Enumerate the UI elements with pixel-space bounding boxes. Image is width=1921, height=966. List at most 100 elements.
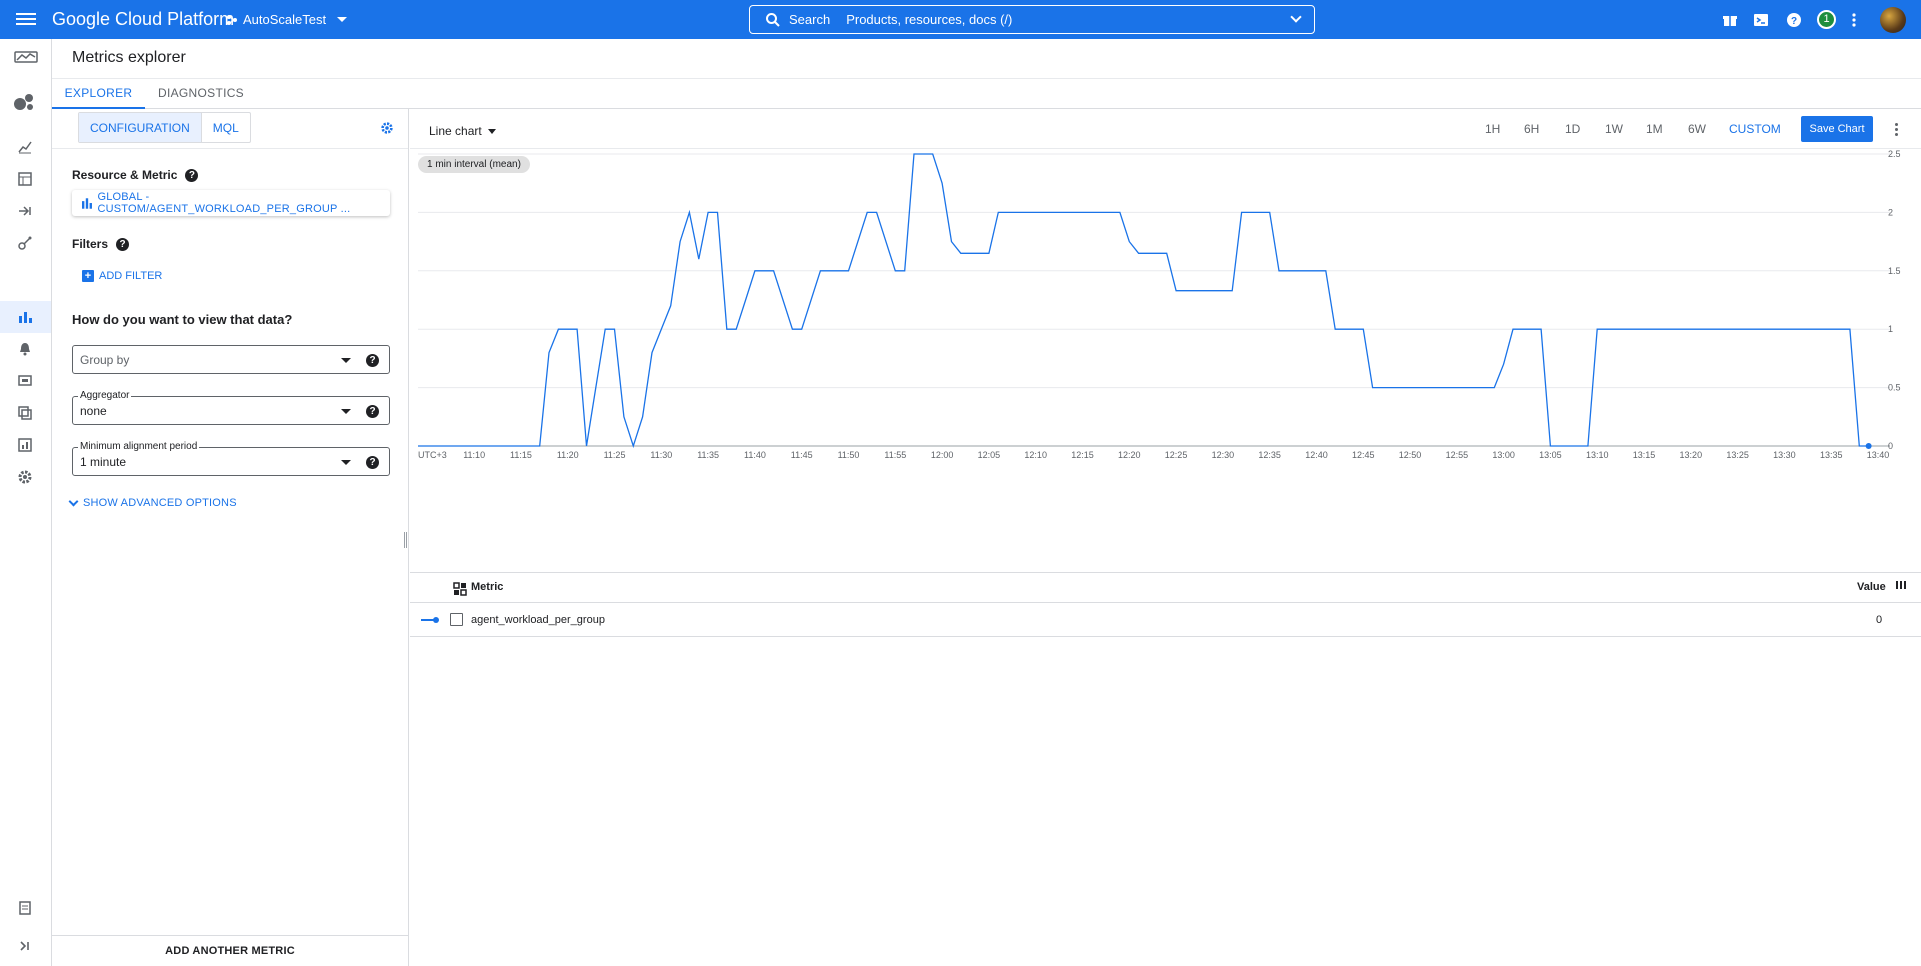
config-panel: CONFIGURATION MQL Resource & Metric ? GL… (52, 109, 409, 966)
x-tick-label: 11:15 (510, 450, 532, 460)
x-tick-label: 12:50 (1399, 450, 1422, 460)
value-column-header[interactable]: Value (1857, 581, 1886, 593)
help-icon[interactable]: ? (366, 405, 379, 418)
chevron-down-icon[interactable] (1290, 11, 1302, 23)
alignment-period-value: 1 minute (80, 455, 127, 469)
project-selector[interactable]: AutoScaleTest (226, 12, 348, 27)
settings-gear-icon[interactable] (17, 469, 33, 485)
x-tick-label: 11:10 (463, 450, 485, 460)
page-title: Metrics explorer (72, 49, 186, 66)
x-tick-label: 13:25 (1726, 450, 1749, 460)
x-tick-label: 11:50 (838, 450, 860, 460)
filters-label: Filters (72, 237, 109, 251)
dropdown-arrow-icon (341, 358, 351, 363)
search-icon (766, 12, 780, 27)
column-layout-icon[interactable] (453, 582, 467, 596)
add-another-metric-button[interactable]: ADD ANOTHER METRIC (52, 935, 408, 966)
cloud-shell-icon[interactable] (1752, 11, 1770, 29)
x-tick-label: 13:00 (1492, 450, 1515, 460)
tab-explorer[interactable]: EXPLORER (52, 79, 145, 109)
top-app-bar: Google Cloud Platform AutoScaleTest Sear… (0, 0, 1921, 39)
y-tick-label: 2 (1888, 207, 1893, 217)
x-tick-label: 12:45 (1352, 450, 1375, 460)
integrations-icon[interactable] (17, 203, 33, 219)
add-filter-label: ADD FILTER (99, 270, 163, 282)
dropdown-arrow-icon (341, 460, 351, 465)
group-by-select[interactable]: Group by ? (72, 345, 390, 374)
x-tick-label: 12:35 (1258, 450, 1281, 460)
dashboard-report-icon[interactable] (17, 437, 33, 453)
page-tabs: EXPLORER DIAGNOSTICS (52, 78, 1921, 109)
help-icon[interactable]: ? (1785, 11, 1803, 29)
tab-diagnostics[interactable]: DIAGNOSTICS (153, 79, 249, 109)
menu-icon[interactable] (16, 10, 36, 28)
x-tick-label: 13:15 (1633, 450, 1656, 460)
series-checkbox[interactable] (450, 613, 463, 626)
search-input[interactable] (846, 12, 1277, 27)
metric-selector-chip[interactable]: GLOBAL - CUSTOM/AGENT_WORKLOAD_PER_GROUP… (72, 190, 390, 216)
alerting-bell-icon[interactable] (17, 341, 33, 357)
settings-gear-icon[interactable] (380, 121, 394, 135)
x-tick-label: 12:25 (1165, 450, 1188, 460)
metric-chip-label: GLOBAL - CUSTOM/AGENT_WORKLOAD_PER_GROUP… (97, 191, 351, 215)
interval-chip: 1 min interval (mean) (418, 156, 530, 173)
mode-toggle: CONFIGURATION MQL (78, 112, 251, 143)
x-tick-label: 12:30 (1212, 450, 1235, 460)
project-hierarchy-icon (227, 14, 237, 25)
filters-heading: Filters ? (72, 237, 130, 251)
x-tick-label: 11:20 (557, 450, 579, 460)
chart-area: Line chart 1H 6H 1D 1W 1M 6W CUSTOM Save… (410, 109, 1921, 966)
help-icon[interactable]: ? (116, 237, 130, 251)
x-tick-label: 11:40 (744, 450, 766, 460)
search-bar[interactable]: Search (749, 5, 1315, 34)
columns-icon[interactable] (1896, 581, 1906, 591)
help-icon[interactable]: ? (185, 168, 199, 182)
notifications-badge[interactable]: 1 (1817, 10, 1836, 29)
panel-resize-handle[interactable] (404, 532, 407, 548)
x-tick-label: 12:20 (1118, 450, 1141, 460)
search-label: Search (789, 12, 831, 27)
series-value: 0 (1876, 614, 1883, 626)
aggregator-value: none (80, 404, 107, 418)
groups-icon[interactable] (17, 405, 33, 421)
series-name: agent_workload_per_group (471, 614, 605, 626)
release-notes-icon[interactable] (17, 900, 33, 916)
x-tick-label: 11:55 (884, 450, 906, 460)
group-by-placeholder: Group by (80, 353, 130, 367)
x-tick-label: 13:35 (1820, 450, 1843, 460)
timezone-label: UTC+3 (418, 450, 447, 460)
add-filter-button[interactable]: + ADD FILTER (82, 270, 162, 282)
alignment-period-select[interactable]: Minimum alignment period 1 minute ? (72, 441, 390, 476)
metrics-explorer-icon[interactable] (17, 309, 33, 325)
brand-title[interactable]: Google Cloud Platform (52, 9, 234, 30)
legend-header: Metric Value (410, 572, 1921, 603)
help-icon[interactable]: ? (366, 354, 379, 367)
monitors-icon[interactable] (17, 373, 33, 389)
uptime-checks-icon[interactable] (17, 235, 33, 251)
aggregator-select[interactable]: Aggregator none ? (72, 390, 390, 425)
x-tick-label: 13:20 (1680, 450, 1703, 460)
monitoring-logo-icon[interactable] (14, 50, 38, 66)
x-tick-label: 13:05 (1539, 450, 1562, 460)
x-tick-label: 11:45 (791, 450, 813, 460)
x-tick-label: 12:00 (931, 450, 954, 460)
x-tick-label: 12:55 (1446, 450, 1469, 460)
metric-column-header[interactable]: Metric (471, 581, 503, 593)
account-avatar[interactable] (1880, 7, 1906, 33)
x-tick-label: 11:35 (697, 450, 719, 460)
services-icon[interactable] (17, 171, 33, 187)
more-vert-icon[interactable] (1851, 11, 1857, 29)
help-icon[interactable]: ? (366, 456, 379, 469)
x-tick-label: 13:30 (1773, 450, 1796, 460)
dashboards-icon[interactable] (17, 139, 33, 155)
gift-icon[interactable] (1721, 11, 1739, 29)
x-tick-label: 11:30 (650, 450, 672, 460)
apps-overview-icon[interactable] (13, 92, 37, 112)
line-chart[interactable]: 00.511.522.5UTC+3 11:10 11:15 11:20 11:25 11:… (410, 109, 1921, 569)
project-name: AutoScaleTest (243, 12, 327, 27)
x-tick-label: 12:05 (978, 450, 1001, 460)
mql-mode-button[interactable]: MQL (200, 113, 250, 142)
configuration-mode-button[interactable]: CONFIGURATION (79, 113, 201, 142)
expand-nav-icon[interactable] (17, 938, 33, 954)
show-advanced-options-button[interactable]: SHOW ADVANCED OPTIONS (68, 496, 237, 509)
